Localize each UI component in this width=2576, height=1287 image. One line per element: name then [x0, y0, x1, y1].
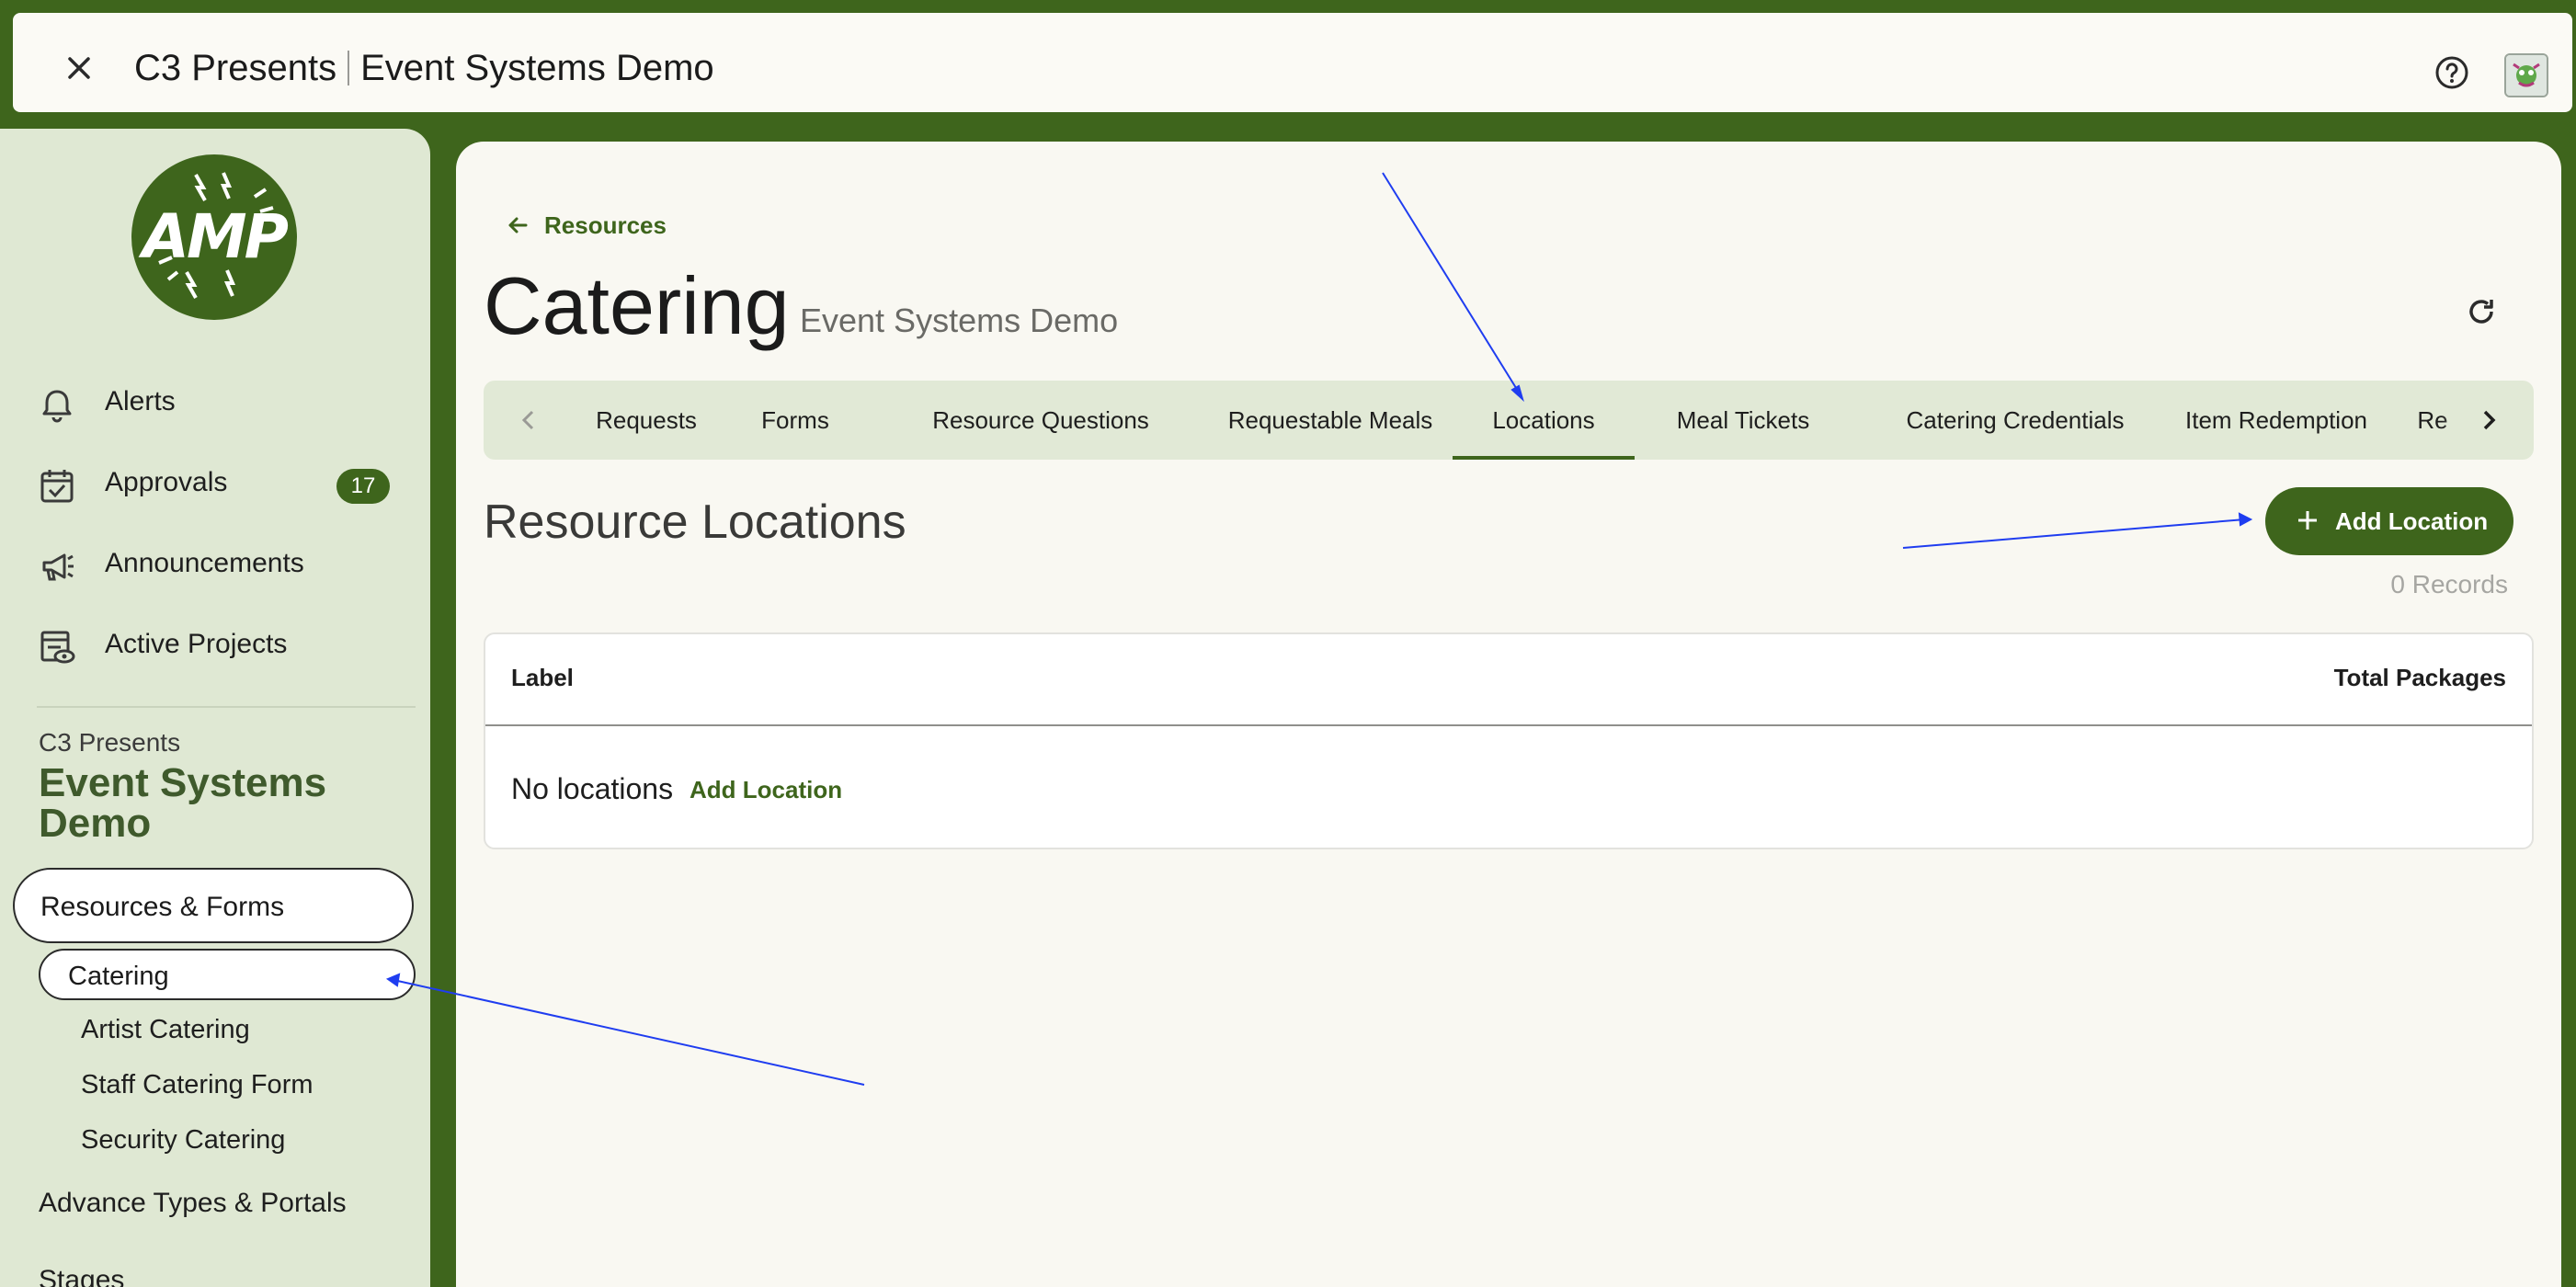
- tab-requests[interactable]: Requests: [572, 381, 721, 460]
- sidebar-item-label: Resources & Forms: [40, 892, 285, 922]
- calendar-check-icon: [40, 470, 74, 503]
- back-link-label: Resources: [544, 211, 667, 239]
- tab-resource-questions[interactable]: Resource Questions: [901, 381, 1180, 460]
- chevron-right-icon[interactable]: [2473, 404, 2504, 436]
- section-title: Resource Locations: [484, 495, 906, 549]
- sidebar-project-name: Event Systems Demo: [39, 760, 327, 846]
- locations-table: Label Total Packages No locations Add Lo…: [484, 632, 2534, 849]
- empty-state-add-location-link[interactable]: Add Location: [690, 776, 842, 804]
- sidebar: AMP Alerts Approvals 17 Announcements Ac…: [0, 129, 430, 1287]
- back-link[interactable]: Resources: [504, 211, 667, 240]
- sidebar-item-label: Active Projects: [105, 629, 288, 659]
- title-divider: [348, 51, 350, 85]
- project-view-icon: [40, 631, 75, 664]
- close-icon[interactable]: [64, 53, 94, 83]
- approvals-count-badge: 17: [336, 469, 390, 504]
- sidebar-item-alerts[interactable]: Alerts: [37, 373, 405, 428]
- sidebar-org-name: C3 Presents: [39, 728, 181, 757]
- page-subtitle: Event Systems Demo: [800, 302, 1119, 339]
- logo-text: AMP: [142, 201, 289, 272]
- tab-meal-tickets[interactable]: Meal Tickets: [1653, 381, 1833, 460]
- tab-bar: Requests Forms Resource Questions Reques…: [484, 381, 2534, 460]
- tab-item-redemption[interactable]: Item Redemption: [2164, 381, 2388, 460]
- sidebar-item-label: Alerts: [105, 386, 176, 416]
- page-title: Catering: [484, 260, 790, 351]
- sidebar-item-catering[interactable]: Catering: [39, 949, 416, 1000]
- sidebar-item-approvals[interactable]: Approvals 17: [37, 454, 405, 509]
- sidebar-item-advance-types[interactable]: Advance Types & Portals: [39, 1188, 347, 1219]
- add-location-button[interactable]: Add Location: [2265, 487, 2513, 555]
- add-location-label: Add Location: [2335, 507, 2489, 535]
- megaphone-icon: [42, 553, 74, 581]
- bell-icon: [42, 390, 72, 423]
- org-name: C3 Presents: [134, 48, 337, 88]
- tab-catering-credentials[interactable]: Catering Credentials: [1879, 381, 2151, 460]
- avatar-icon: [2506, 55, 2547, 96]
- tab-requestable-meals[interactable]: Requestable Meals: [1191, 381, 1469, 460]
- sidebar-item-staff-catering-form[interactable]: Staff Catering Form: [81, 1070, 313, 1100]
- records-count: 0 Records: [2390, 570, 2508, 598]
- column-header-total-packages[interactable]: Total Packages: [2334, 664, 2506, 692]
- avatar[interactable]: [2504, 53, 2548, 97]
- amp-logo[interactable]: AMP: [131, 154, 297, 320]
- table-header-divider: [485, 724, 2532, 726]
- column-header-label[interactable]: Label: [511, 664, 574, 692]
- sidebar-divider: [37, 706, 416, 708]
- main-content: Resources Catering Event Systems Demo Re…: [456, 142, 2561, 1287]
- sidebar-item-label: Approvals: [105, 467, 228, 497]
- tab-fade: [2442, 381, 2473, 460]
- plus-icon: [2298, 511, 2317, 530]
- sidebar-item-active-projects[interactable]: Active Projects: [37, 616, 405, 671]
- sidebar-item-label: Catering: [68, 962, 169, 991]
- project-name: Event Systems Demo: [360, 48, 714, 88]
- sidebar-item-security-catering[interactable]: Security Catering: [81, 1125, 285, 1156]
- sidebar-item-resources-forms[interactable]: Resources & Forms: [13, 868, 414, 943]
- arrow-left-icon: [508, 217, 528, 233]
- sidebar-item-stages[interactable]: Stages: [39, 1265, 124, 1287]
- sidebar-item-artist-catering[interactable]: Artist Catering: [81, 1015, 250, 1045]
- top-bar: C3 Presents Event Systems Demo: [13, 13, 2572, 112]
- empty-state-text: No locations: [511, 772, 674, 805]
- refresh-icon[interactable]: [2464, 294, 2499, 329]
- sidebar-item-label: Announcements: [105, 548, 304, 578]
- app-title: C3 Presents Event Systems Demo: [134, 48, 714, 89]
- chevron-left-icon[interactable]: [513, 404, 544, 436]
- tab-locations[interactable]: Locations: [1453, 381, 1635, 460]
- tab-forms[interactable]: Forms: [741, 381, 849, 460]
- sidebar-item-announcements[interactable]: Announcements: [37, 535, 405, 590]
- help-icon[interactable]: [2433, 53, 2471, 92]
